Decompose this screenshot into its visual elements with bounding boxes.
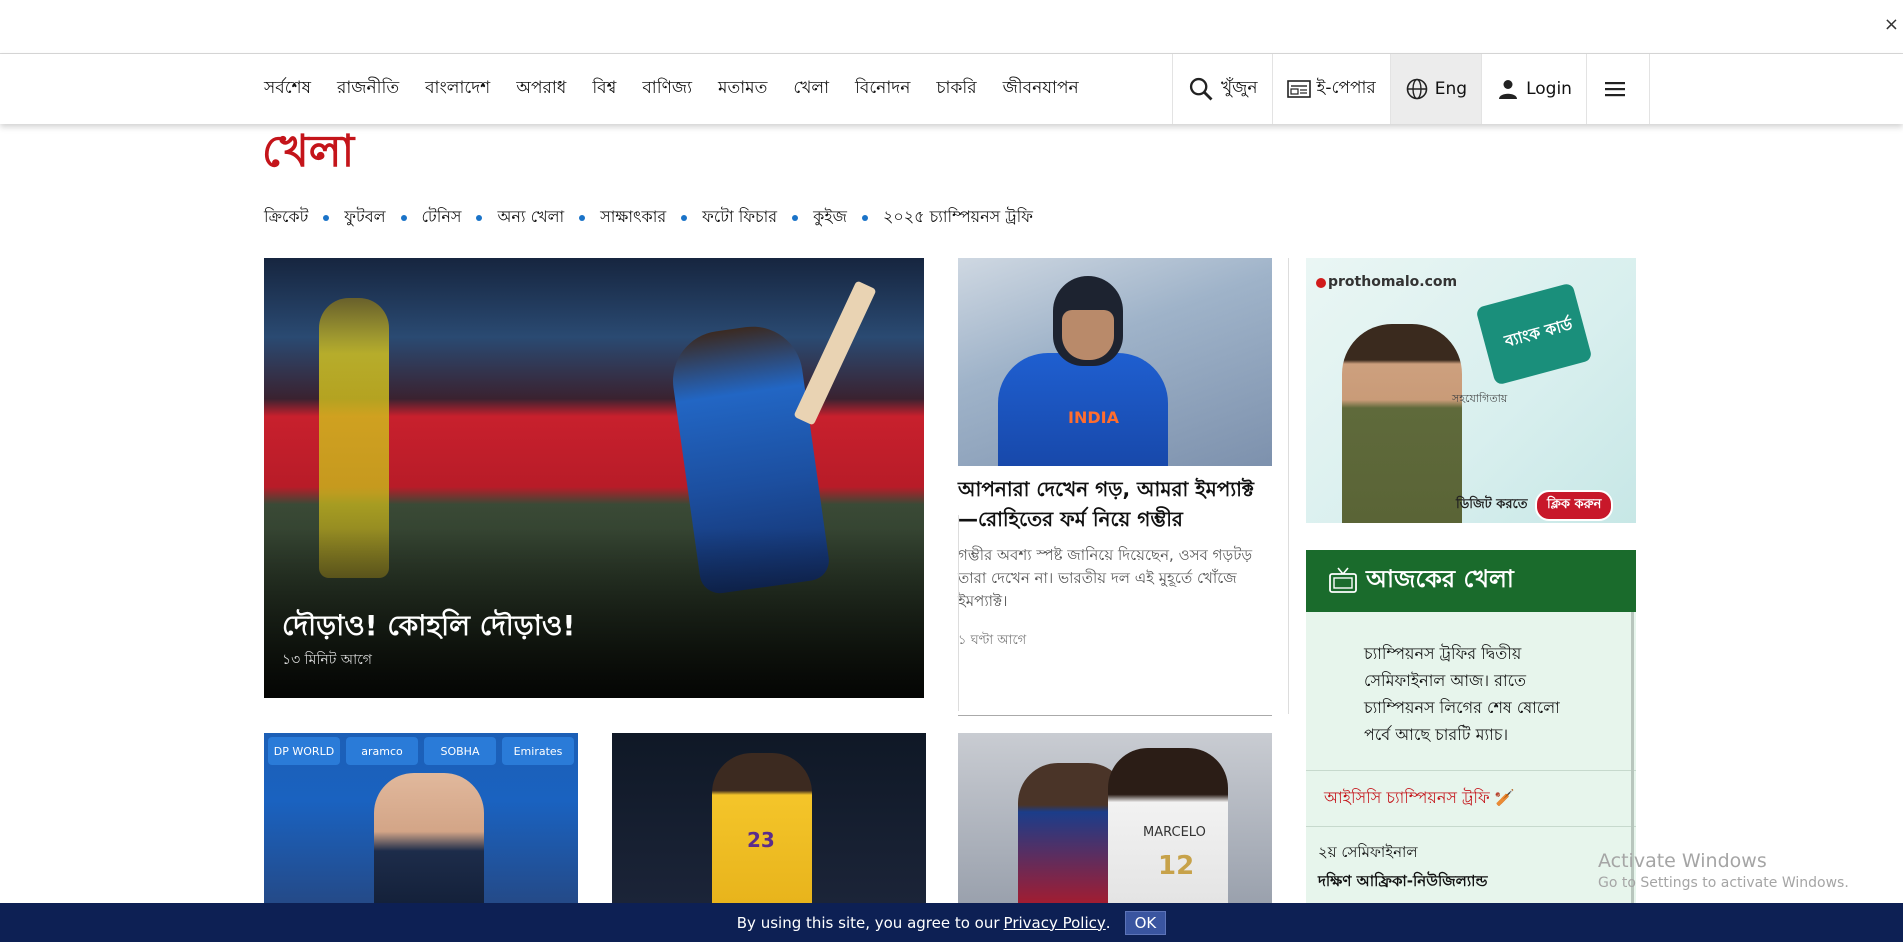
nav-link-lifestyle[interactable]: জীবনযাপন — [1003, 75, 1079, 103]
language-toggle[interactable]: Eng — [1389, 54, 1482, 124]
main-navbar: সর্বশেষ রাজনীতি বাংলাদেশ অপরাধ বিশ্ব বাণ… — [0, 54, 1903, 124]
subnav-other-sports[interactable]: অন্য খেলা — [497, 204, 564, 231]
sponsor-logo: aramco — [346, 737, 418, 765]
subnav-champions-trophy[interactable]: ২০২৫ চ্যাম্পিয়নস ট্রফি — [883, 204, 1033, 231]
subnav-separator — [323, 214, 330, 221]
hamburger-icon — [1604, 82, 1625, 97]
subnav-separator — [476, 214, 483, 221]
language-label: Eng — [1434, 79, 1468, 99]
widget-title: আজকের খেলা — [1366, 565, 1514, 593]
tournament-link[interactable]: আইসিসি চ্যাম্পিয়নস ট্রফি 🏏 — [1306, 771, 1636, 827]
subnav-photo-feature[interactable]: ফটো ফিচার — [702, 204, 777, 231]
subnav-quiz[interactable]: কুইজ — [813, 204, 847, 231]
widget-intro: চ্যাম্পিয়নস ট্রফির দ্বিতীয় সেমিফাইনাল … — [1306, 612, 1636, 771]
secondary-story-title[interactable]: আপনারা দেখেন গড়, আমরা ইমপ্যাক্ট—রোহিতের… — [958, 474, 1272, 534]
secondary-story-image[interactable]: INDIA — [958, 258, 1272, 466]
epaper-button[interactable]: ই-পেপার — [1271, 54, 1390, 124]
bank-card-advertisement[interactable]: prothomalo.com ব্যাংক কার্ড সহযোগিতায় ড… — [1306, 258, 1636, 523]
widget-header: আজকের খেলা — [1306, 550, 1636, 612]
nav-links: সর্বশেষ রাজনীতি বাংলাদেশ অপরাধ বিশ্ব বাণ… — [264, 54, 1105, 124]
ad-digit-text: ডিজিট করতে — [1456, 497, 1528, 512]
search-button[interactable]: খুঁজুন — [1172, 54, 1272, 124]
match-teams[interactable]: দক্ষিণ আফ্রিকা-নিউজিল্যান্ড — [1306, 868, 1636, 897]
nav-link-crime[interactable]: অপরাধ — [516, 75, 566, 103]
top-ad-strip: × — [0, 0, 1903, 54]
newspaper-icon — [1286, 80, 1311, 98]
nav-link-opinion[interactable]: মতামত — [718, 75, 767, 103]
story-card-press-conference[interactable]: DP WORLD aramco SOBHA Emirates — [264, 733, 578, 903]
nav-link-jobs[interactable]: চাকরি — [936, 75, 976, 103]
cookie-consent-bar: By using this site, you agree to our Pri… — [0, 903, 1903, 942]
subnav-football[interactable]: ফুটবল — [344, 204, 385, 231]
column-divider — [1288, 258, 1289, 714]
ad-brand: prothomalo.com — [1328, 274, 1458, 290]
nav-link-bangladesh[interactable]: বাংলাদেশ — [425, 75, 490, 103]
lead-story-headline[interactable]: দৌড়াও! কোহলি দৌড়াও! — [282, 604, 575, 651]
secondary-story-card[interactable]: INDIA আপনারা দেখেন গড়, আমরা ইমপ্যাক্ট—র… — [958, 258, 1272, 652]
lead-story-time: ১৩ মিনিট আগে — [282, 652, 372, 668]
login-button[interactable]: Login — [1481, 54, 1586, 124]
subnav-separator — [861, 214, 868, 221]
sponsor-logo: SOBHA — [424, 737, 496, 765]
nav-link-politics[interactable]: রাজনীতি — [337, 75, 399, 103]
globe-icon — [1406, 78, 1428, 100]
brand-logo-icon — [1316, 278, 1326, 288]
sponsor-board: DP WORLD aramco SOBHA Emirates — [264, 733, 578, 769]
sports-subnav: ক্রিকেট ফুটবল টেনিস অন্য খেলা সাক্ষাৎকার… — [264, 204, 1033, 231]
widget-scrollbar[interactable] — [1631, 612, 1634, 910]
epaper-label: ই-পেপার — [1316, 78, 1376, 98]
subnav-separator — [400, 214, 407, 221]
jersey-text: INDIA — [1068, 408, 1119, 427]
subnav-separator — [579, 214, 586, 221]
subnav-separator — [792, 214, 799, 221]
hamburger-menu-button[interactable] — [1585, 54, 1650, 124]
divider — [958, 515, 959, 711]
jersey-name: MARCELO — [1143, 825, 1206, 840]
divider — [958, 715, 1272, 716]
todays-games-widget: আজকের খেলা চ্যাম্পিয়নস ট্রফির দ্বিতীয় … — [1306, 550, 1636, 910]
login-label: Login — [1526, 79, 1572, 99]
nav-link-world[interactable]: বিশ্ব — [592, 75, 616, 103]
search-icon — [1189, 77, 1213, 101]
subnav-cricket[interactable]: ক্রিকেট — [264, 204, 308, 231]
jersey-number: 23 — [747, 828, 775, 852]
tv-icon — [1329, 567, 1357, 593]
ad-model-figure — [1342, 324, 1462, 523]
nav-link-latest[interactable]: সর্বশেষ — [264, 75, 311, 103]
subnav-tennis[interactable]: টেনিস — [422, 204, 462, 231]
lead-story-card[interactable]: দৌড়াও! কোহলি দৌড়াও! ১৩ মিনিট আগে — [264, 258, 924, 698]
nav-actions: খুঁজুন ই-পেপার Eng Login — [1172, 54, 1650, 124]
privacy-policy-link[interactable]: Privacy Policy — [1004, 914, 1106, 932]
subnav-separator — [681, 214, 688, 221]
secondary-story-time: ১ ঘণ্টা আগে — [958, 633, 1027, 648]
ad-support-text: সহযোগিতায় — [1452, 392, 1508, 405]
player-face — [1062, 310, 1114, 360]
story-card-football[interactable]: MARCELO 12 — [958, 733, 1272, 903]
match-stage: ২য় সেমিফাইনাল — [1318, 843, 1418, 861]
cookie-text: By using this site, you agree to our — [736, 913, 1000, 932]
jersey-number: 12 — [1158, 851, 1195, 881]
ad-click-button[interactable]: ক্লিক করুন — [1535, 490, 1614, 521]
section-title: খেলা — [262, 126, 355, 177]
user-icon — [1499, 80, 1518, 99]
subnav-interview[interactable]: সাক্ষাৎকার — [600, 204, 666, 231]
cookie-ok-button[interactable]: OK — [1124, 910, 1167, 935]
sponsor-logo: DP WORLD — [268, 737, 340, 765]
close-ad-button[interactable]: × — [1884, 14, 1899, 35]
nav-link-entertainment[interactable]: বিনোদন — [855, 75, 910, 103]
cookie-period: . — [1105, 913, 1111, 932]
sponsor-logo: Emirates — [502, 737, 574, 765]
search-label: খুঁজুন — [1221, 78, 1258, 98]
secondary-story-summary: গম্ভীর অবশ্য স্পষ্ট জানিয়ে দিয়েছেন, ওস… — [958, 546, 1253, 610]
nav-link-sports[interactable]: খেলা — [793, 75, 829, 103]
nav-link-business[interactable]: বাণিজ্য — [642, 75, 692, 103]
story-card-basketball[interactable]: 23 — [612, 733, 926, 903]
press-conference-figure — [374, 773, 484, 903]
